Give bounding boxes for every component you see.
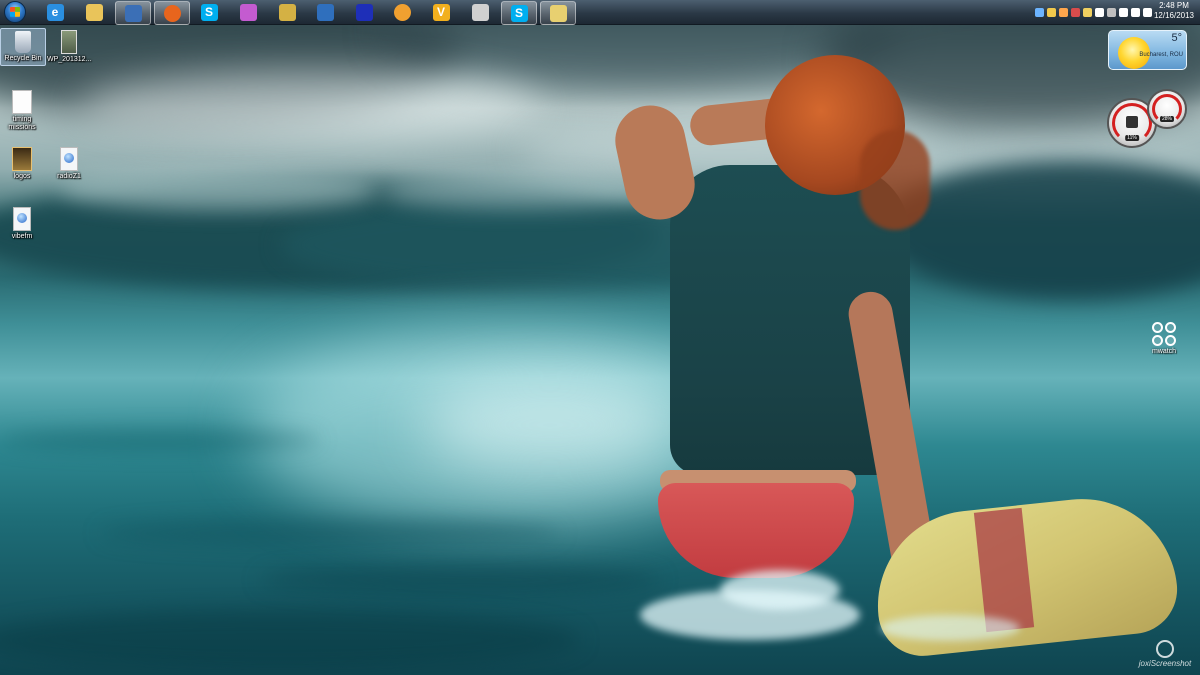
screen-capture-icon <box>355 3 373 21</box>
screenshot-watermark: joxiScreenshot <box>1132 640 1198 668</box>
cpu-usage-value: 11% <box>1125 135 1139 141</box>
tools-icon <box>278 3 296 21</box>
windows-logo-icon <box>4 1 26 23</box>
desktop-icon-label: radioZ1 <box>57 173 81 180</box>
tray-icon[interactable] <box>1107 7 1116 17</box>
surfer-swimsuit <box>658 483 854 578</box>
taskbar-button-vlc-v[interactable]: V <box>424 1 458 23</box>
weather-gadget[interactable]: 5° Bucharest, ROU <box>1108 30 1187 70</box>
desktop-icon-label: Recycle Bin <box>4 55 42 62</box>
taskbar: e S V S 2:48 PM 12/16/2013 <box>0 0 1200 25</box>
tray-icon[interactable] <box>1083 7 1092 17</box>
weather-location: Bucharest, ROU <box>1139 52 1183 58</box>
image-file-icon <box>61 30 77 54</box>
thunderbird-mail-icon <box>124 4 142 22</box>
taskbar-button-screen-capture[interactable] <box>347 1 381 23</box>
tray-icon[interactable] <box>1059 7 1068 17</box>
clock-date: 12/16/2013 <box>1153 11 1195 20</box>
desktop-icon[interactable]: Recycle Bin <box>0 28 46 66</box>
mwatch-label: mwatch <box>1151 348 1177 355</box>
taskbar-button-chat-bubble[interactable] <box>540 1 576 25</box>
taskbar-button-skype[interactable]: S <box>501 1 537 25</box>
skype-icon: S <box>510 4 528 22</box>
recycle-bin-icon <box>15 31 31 53</box>
system-tray <box>1035 5 1152 19</box>
taskbar-button-media-player[interactable] <box>385 1 419 23</box>
vlc-v-icon: V <box>432 3 450 21</box>
tray-icon[interactable] <box>1047 7 1056 17</box>
desktop-icon[interactable]: timing missions <box>0 88 44 134</box>
desktop-icon-label: logos <box>13 173 31 180</box>
skype-icon: S <box>200 3 218 21</box>
internet-shortcut-icon <box>13 207 31 231</box>
taskbar-button-messenger[interactable] <box>231 1 265 23</box>
desktop-icon-label: WP_201312... <box>47 56 92 63</box>
taskbar-button-internet-explorer[interactable]: e <box>38 1 72 23</box>
desktop-icon[interactable]: radioZ1 <box>47 145 91 183</box>
mwatch-shortcut[interactable]: mwatch <box>1146 322 1182 355</box>
taskbar-button-skype[interactable]: S <box>192 1 226 23</box>
media-player-icon <box>393 3 411 21</box>
weather-temperature: 5° <box>1171 32 1182 44</box>
tray-icon[interactable] <box>1119 7 1128 17</box>
tray-icon[interactable] <box>1035 7 1044 17</box>
tray-icon[interactable] <box>1131 7 1140 17</box>
desktop-icon[interactable]: WP_201312... <box>47 28 91 66</box>
taskbar-button-firefox[interactable] <box>154 1 190 25</box>
messenger-icon <box>239 3 257 21</box>
tray-icon[interactable] <box>1143 7 1152 17</box>
firefox-icon <box>163 4 181 22</box>
mwatch-icon <box>1152 322 1176 346</box>
desktop-icon-label: timing missions <box>8 116 36 131</box>
clock-time: 2:48 PM <box>1159 1 1189 10</box>
text-document-icon <box>12 90 32 114</box>
taskbar-clock[interactable]: 2:48 PM 12/16/2013 <box>1152 1 1196 21</box>
taskbar-button-tools[interactable] <box>270 1 304 23</box>
gauge-center-icon <box>1126 116 1138 128</box>
taskbar-button-file-explorer[interactable] <box>77 1 111 23</box>
utility-icon <box>471 3 489 21</box>
folder-icon <box>12 147 32 171</box>
internet-explorer-icon: e <box>46 3 64 21</box>
memory-meter-gadget[interactable]: 28% <box>1147 89 1187 129</box>
desktop-icon[interactable]: vibefm <box>0 205 44 243</box>
desktop-icon[interactable]: logos <box>0 145 44 183</box>
internet-shortcut-icon <box>60 147 78 171</box>
watermark-text: joxiScreenshot <box>1138 659 1192 668</box>
tray-icon[interactable] <box>1071 7 1080 17</box>
remote-desktop-icon <box>316 3 334 21</box>
desktop-wallpaper <box>0 0 1200 675</box>
taskbar-button-thunderbird-mail[interactable] <box>115 1 151 25</box>
memory-usage-value: 28% <box>1159 116 1175 122</box>
desktop-icon-label: vibefm <box>11 233 33 240</box>
start-button[interactable] <box>3 1 27 23</box>
taskbar-button-remote-desktop[interactable] <box>308 1 342 23</box>
taskbar-button-utility[interactable] <box>463 1 497 23</box>
chat-bubble-icon <box>549 4 567 22</box>
tray-icon[interactable] <box>1095 7 1104 17</box>
joxi-logo-icon <box>1156 640 1174 658</box>
file-explorer-icon <box>85 3 103 21</box>
